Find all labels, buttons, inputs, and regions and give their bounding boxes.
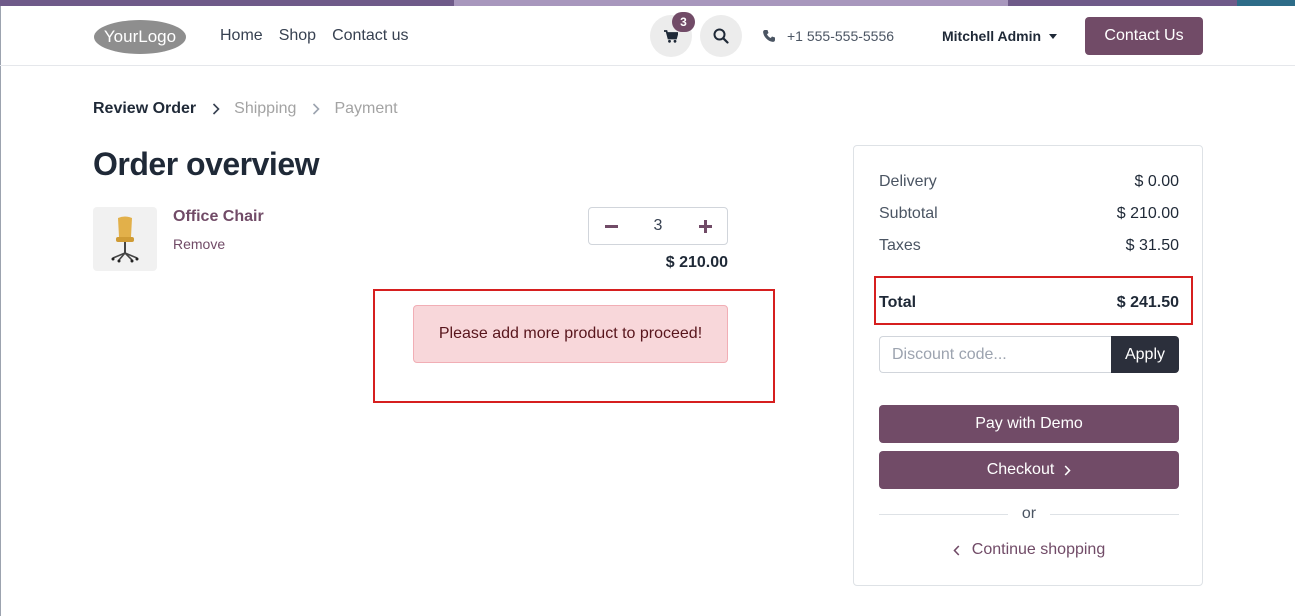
site-logo[interactable]: YourLogo — [93, 17, 188, 56]
order-summary-card: Delivery $ 0.00 Subtotal $ 210.00 Taxes … — [853, 145, 1203, 586]
subtotal-label: Subtotal — [879, 205, 938, 222]
chevron-left-icon — [953, 544, 960, 556]
phone-icon — [763, 30, 775, 42]
page-title: Order overview — [93, 146, 320, 182]
phone-number: +1 555-555-5556 — [787, 28, 895, 44]
logo-text: YourLogo — [104, 27, 176, 46]
pay-with-demo-button[interactable]: Pay with Demo — [879, 405, 1179, 443]
main-nav: Home Shop Contact us — [220, 27, 409, 45]
warning-alert: Please add more product to proceed! — [413, 305, 728, 363]
breadcrumb-shipping: Shipping — [234, 100, 297, 117]
divider-line — [1050, 513, 1180, 515]
alert-message: Please add more product to proceed! — [438, 325, 703, 342]
total-label: Total — [879, 294, 917, 311]
checkout-label: Checkout — [986, 461, 1055, 478]
breadcrumb-payment: Payment — [334, 100, 398, 117]
chevron-right-icon — [1064, 464, 1071, 476]
plus-icon — [698, 219, 712, 233]
breadcrumb-review-order: Review Order — [93, 100, 197, 117]
increase-quantity-button[interactable] — [697, 218, 713, 234]
shopping-cart-icon — [664, 29, 678, 43]
quantity-value[interactable]: 3 — [654, 217, 663, 235]
cart-count-badge: 3 — [672, 12, 695, 32]
discount-form: Apply — [879, 336, 1179, 373]
summary-row-subtotal: Subtotal $ 210.00 — [879, 205, 1179, 223]
total-value: $ 241.50 — [1116, 294, 1179, 311]
product-thumbnail[interactable] — [93, 207, 157, 271]
delivery-label: Delivery — [879, 173, 937, 190]
window-edge — [0, 6, 1, 616]
divider-line — [879, 513, 1008, 515]
or-label: or — [1021, 505, 1037, 522]
chevron-right-icon — [212, 103, 220, 115]
nav-item-shop[interactable]: Shop — [279, 27, 316, 45]
search-icon — [713, 28, 729, 44]
delivery-value: $ 0.00 — [1134, 173, 1179, 190]
taxes-label: Taxes — [879, 237, 921, 254]
nav-item-home[interactable]: Home — [220, 27, 263, 45]
user-menu[interactable]: Mitchell Admin — [942, 28, 1058, 44]
apply-discount-button[interactable]: Apply — [1111, 336, 1179, 373]
checkout-button[interactable]: Checkout — [879, 451, 1179, 489]
summary-row-total: Total $ 241.50 — [879, 294, 1179, 312]
pay-with-demo-label: Pay with Demo — [975, 415, 1083, 432]
caret-down-icon — [1049, 33, 1058, 39]
chevron-right-icon — [312, 103, 321, 115]
decrease-quantity-button[interactable] — [603, 218, 619, 234]
summary-row-taxes: Taxes $ 31.50 — [879, 237, 1179, 255]
line-item-price: $ 210.00 — [665, 254, 728, 271]
continue-shopping-link[interactable]: Continue shopping — [879, 541, 1179, 559]
taxes-value: $ 31.50 — [1125, 237, 1179, 254]
phone-link[interactable]: +1 555-555-5556 — [762, 28, 894, 44]
search-button[interactable] — [700, 15, 742, 57]
office-chair-image — [111, 216, 139, 263]
checkout-breadcrumb: Review Order Shipping Payment — [93, 100, 398, 118]
product-name-link[interactable]: Office Chair — [173, 208, 264, 226]
user-name: Mitchell Admin — [942, 28, 1042, 44]
minus-icon — [604, 224, 618, 228]
quantity-stepper: 3 — [588, 207, 728, 245]
nav-item-contact-us[interactable]: Contact us — [332, 27, 408, 45]
contact-us-button[interactable]: Contact Us — [1085, 17, 1203, 55]
discount-code-input[interactable] — [879, 336, 1111, 373]
continue-shopping-label: Continue shopping — [971, 541, 1106, 558]
subtotal-value: $ 210.00 — [1116, 205, 1179, 222]
or-divider: or — [879, 505, 1180, 523]
summary-row-delivery: Delivery $ 0.00 — [879, 173, 1179, 191]
site-header: YourLogo Home Shop Contact us 3 +1 555-5… — [0, 6, 1295, 66]
remove-item-link[interactable]: Remove — [173, 236, 225, 252]
